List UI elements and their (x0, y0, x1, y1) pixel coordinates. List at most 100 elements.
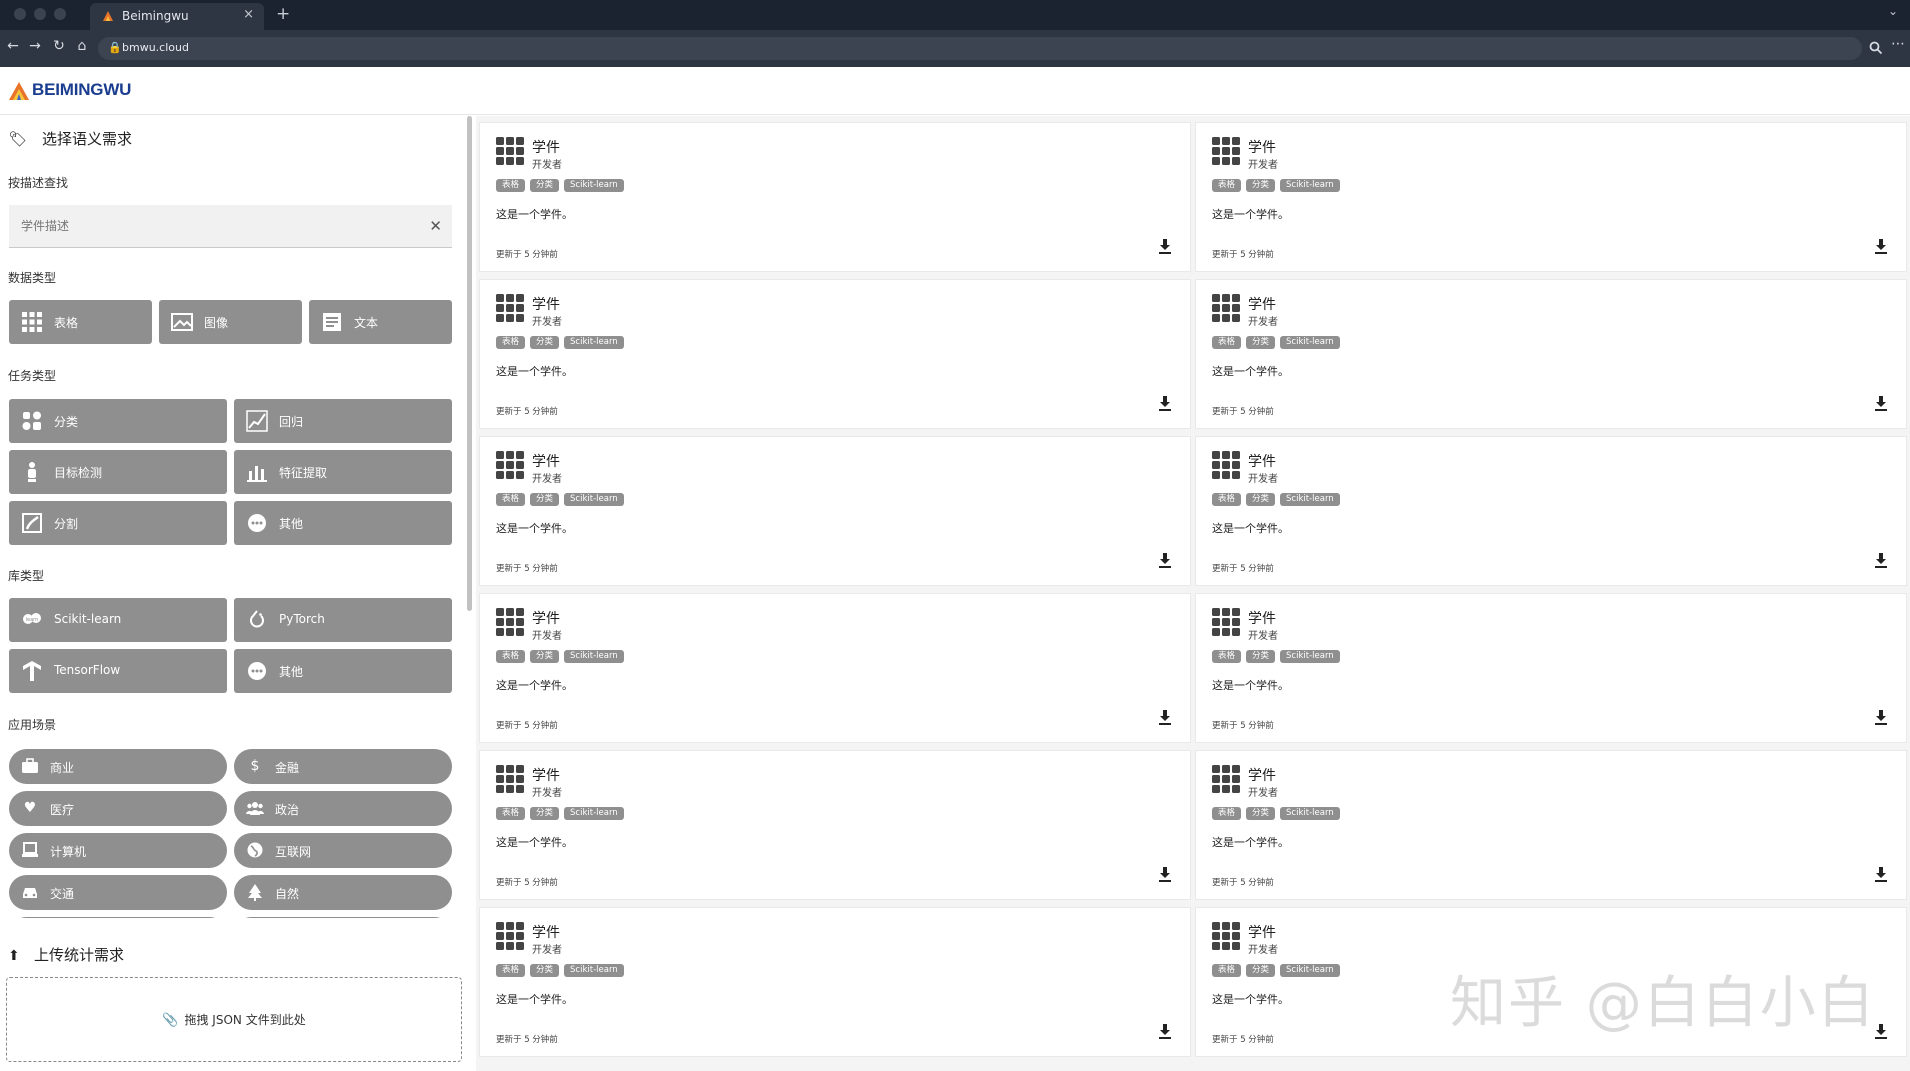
library-other-button[interactable]: 其他 (234, 649, 452, 693)
scenario-business-button[interactable]: 商业 (9, 749, 227, 784)
library-pytorch-button[interactable]: PyTorch (234, 598, 452, 642)
download-icon[interactable] (1158, 867, 1172, 883)
logo-icon[interactable] (8, 80, 30, 102)
learnware-card[interactable]: 学件 开发者 表格 分类 Scikit-learn 这是一个学件。 更新于 5 分钟前 (1195, 593, 1907, 743)
paperclip-icon: 📎 (162, 1013, 179, 1028)
download-icon[interactable] (1874, 239, 1888, 255)
learnware-card[interactable]: 学件 开发者 表格 分类 Scikit-learn 这是一个学件。 更新于 5 分钟前 (1195, 436, 1907, 586)
tag-badge: Scikit-learn (1280, 179, 1340, 192)
window-maximize-dot[interactable] (54, 8, 66, 20)
card-tags: 表格 分类 Scikit-learn (496, 336, 624, 349)
download-icon[interactable] (1158, 553, 1172, 569)
learnware-card[interactable]: 学件 开发者 表格 分类 Scikit-learn 这是一个学件。 更新于 5 分钟前 (1195, 279, 1907, 429)
card-description: 这是一个学件。 (496, 365, 573, 378)
scenario-medical-button[interactable]: ♥ 医疗 (9, 791, 227, 826)
brand-name[interactable]: BEIMINGWU (32, 80, 131, 100)
card-title[interactable]: 学件 (1248, 451, 1276, 471)
download-icon[interactable] (1874, 553, 1888, 569)
learnware-card[interactable]: 学件 开发者 表格 分类 Scikit-learn 这是一个学件。 更新于 5 分钟前 (479, 907, 1191, 1057)
scenario-finance-button[interactable]: $ 金融 (234, 749, 452, 784)
card-title[interactable]: 学件 (1248, 137, 1276, 157)
task-other-button[interactable]: 其他 (234, 501, 452, 545)
card-title[interactable]: 学件 (1248, 765, 1276, 785)
download-icon[interactable] (1874, 1024, 1888, 1040)
tag-badge: Scikit-learn (1280, 807, 1340, 820)
task-regression-button[interactable]: 回归 (234, 399, 452, 443)
card-title[interactable]: 学件 (532, 451, 560, 471)
learnware-card[interactable]: 学件 开发者 表格 分类 Scikit-learn 这是一个学件。 更新于 5 分钟前 (479, 593, 1191, 743)
task-type-label: 任务类型 (8, 369, 57, 383)
svg-text:learn: learn (26, 617, 39, 623)
card-title[interactable]: 学件 (1248, 608, 1276, 628)
address-bar[interactable]: 🔒 bmwu.cloud (98, 37, 1862, 60)
card-tags: 表格 分类 Scikit-learn (496, 179, 624, 192)
learnware-grid[interactable]: 学件 开发者 表格 分类 Scikit-learn 这是一个学件。 更新于 5 分钟前 学件开… (476, 116, 1910, 1071)
task-feature-extraction-button[interactable]: 特征提取 (234, 450, 452, 494)
download-icon[interactable] (1874, 867, 1888, 883)
reload-icon[interactable]: ↻ (50, 38, 68, 54)
card-tags: 表格 分类 Scikit-learn (1212, 336, 1340, 349)
task-segmentation-button[interactable]: 分割 (9, 501, 227, 545)
learnware-card[interactable]: 学件 开发者 表格 分类 Scikit-learn 这是一个学件。 更新于 5 分钟前 (479, 279, 1191, 429)
learnware-card[interactable]: 学件 开发者 表格 分类 Scikit-learn 这是一个学件。 更新于 5 分钟前 (479, 750, 1191, 900)
search-input[interactable] (9, 205, 409, 247)
learnware-card[interactable]: 学件 开发者 表格 分类 Scikit-learn 这是一个学件。 更新于 5 分钟前 (1195, 122, 1907, 272)
download-icon[interactable] (1874, 396, 1888, 412)
search-icon[interactable] (1869, 41, 1883, 55)
card-tags: 表格 分类 Scikit-learn (496, 650, 624, 663)
data-type-text-button[interactable]: 文本 (309, 300, 452, 344)
description-search[interactable]: ✕ (9, 205, 452, 248)
table-icon (1212, 608, 1240, 636)
tag-badge: Scikit-learn (1280, 650, 1340, 663)
learnware-card[interactable]: 学件 开发者 表格 分类 Scikit-learn 这是一个学件。 更新于 5 分钟前 (1195, 750, 1907, 900)
window-minimize-dot[interactable] (34, 8, 46, 20)
card-title[interactable]: 学件 (532, 765, 560, 785)
window-close-dot[interactable] (14, 8, 26, 20)
task-detection-button[interactable]: 目标检测 (9, 450, 227, 494)
card-updated-time: 更新于 5 分钟前 (496, 878, 558, 888)
scenario-nature-button[interactable]: 自然 (234, 875, 452, 910)
scenario-more-button[interactable] (234, 917, 452, 918)
browser-tab[interactable]: Beimingwu × (90, 3, 264, 30)
table-icon (496, 137, 524, 165)
home-icon[interactable]: ⌂ (73, 38, 91, 54)
tab-list-chevron-icon[interactable]: ⌄ (1888, 4, 1898, 18)
learnware-card[interactable]: 学件 开发者 表格 分类 Scikit-learn 这是一个学件。 更新于 5 分钟前 (479, 122, 1191, 272)
card-updated-time: 更新于 5 分钟前 (496, 564, 558, 574)
download-icon[interactable] (1158, 396, 1172, 412)
scenario-computer-button[interactable]: 计算机 (9, 833, 227, 868)
more-menu-icon[interactable]: ⋯ (1889, 36, 1907, 52)
card-title[interactable]: 学件 (1248, 294, 1276, 314)
learnware-card[interactable]: 学件 开发者 表格 分类 Scikit-learn 这是一个学件。 更新于 5 分钟前 (479, 436, 1191, 586)
data-type-table-button[interactable]: 表格 (9, 300, 152, 344)
url-text[interactable]: bmwu.cloud (122, 41, 189, 54)
json-drop-zone[interactable]: 📎 拖拽 JSON 文件到此处 (6, 977, 462, 1062)
download-icon[interactable] (1158, 1024, 1172, 1040)
task-classification-button[interactable]: 分类 (9, 399, 227, 443)
back-icon[interactable]: ← (4, 38, 22, 54)
new-tab-icon[interactable]: + (276, 4, 290, 24)
card-title[interactable]: 学件 (532, 294, 560, 314)
navigation-bar: ← → ↻ ⌂ 🔒 bmwu.cloud ⋯ (0, 30, 1910, 67)
card-updated-time: 更新于 5 分钟前 (496, 1035, 558, 1045)
card-title[interactable]: 学件 (1248, 922, 1276, 942)
download-icon[interactable] (1158, 710, 1172, 726)
scenario-politics-button[interactable]: 政治 (234, 791, 452, 826)
download-icon[interactable] (1158, 239, 1172, 255)
filter-panel[interactable]: 🏷选择语义需求 按描述查找 ✕ 数据类型 表格 图像 (0, 116, 462, 918)
tab-close-icon[interactable]: × (243, 7, 254, 22)
card-title[interactable]: 学件 (532, 137, 560, 157)
data-type-image-button[interactable]: 图像 (159, 300, 302, 344)
scenario-traffic-button[interactable]: 交通 (9, 875, 227, 910)
sidebar-scrollbar[interactable] (467, 116, 472, 611)
filter-sidebar: 🏷选择语义需求 按描述查找 ✕ 数据类型 表格 图像 (0, 116, 462, 1071)
forward-icon[interactable]: → (26, 38, 44, 54)
clear-icon[interactable]: ✕ (429, 217, 442, 235)
download-icon[interactable] (1874, 710, 1888, 726)
scenario-more-button[interactable] (9, 917, 227, 918)
library-scikit-learn-button[interactable]: learn Scikit-learn (9, 598, 227, 642)
library-tensorflow-button[interactable]: TensorFlow (9, 649, 227, 693)
scenario-internet-button[interactable]: 互联网 (234, 833, 452, 868)
card-title[interactable]: 学件 (532, 922, 560, 942)
card-title[interactable]: 学件 (532, 608, 560, 628)
